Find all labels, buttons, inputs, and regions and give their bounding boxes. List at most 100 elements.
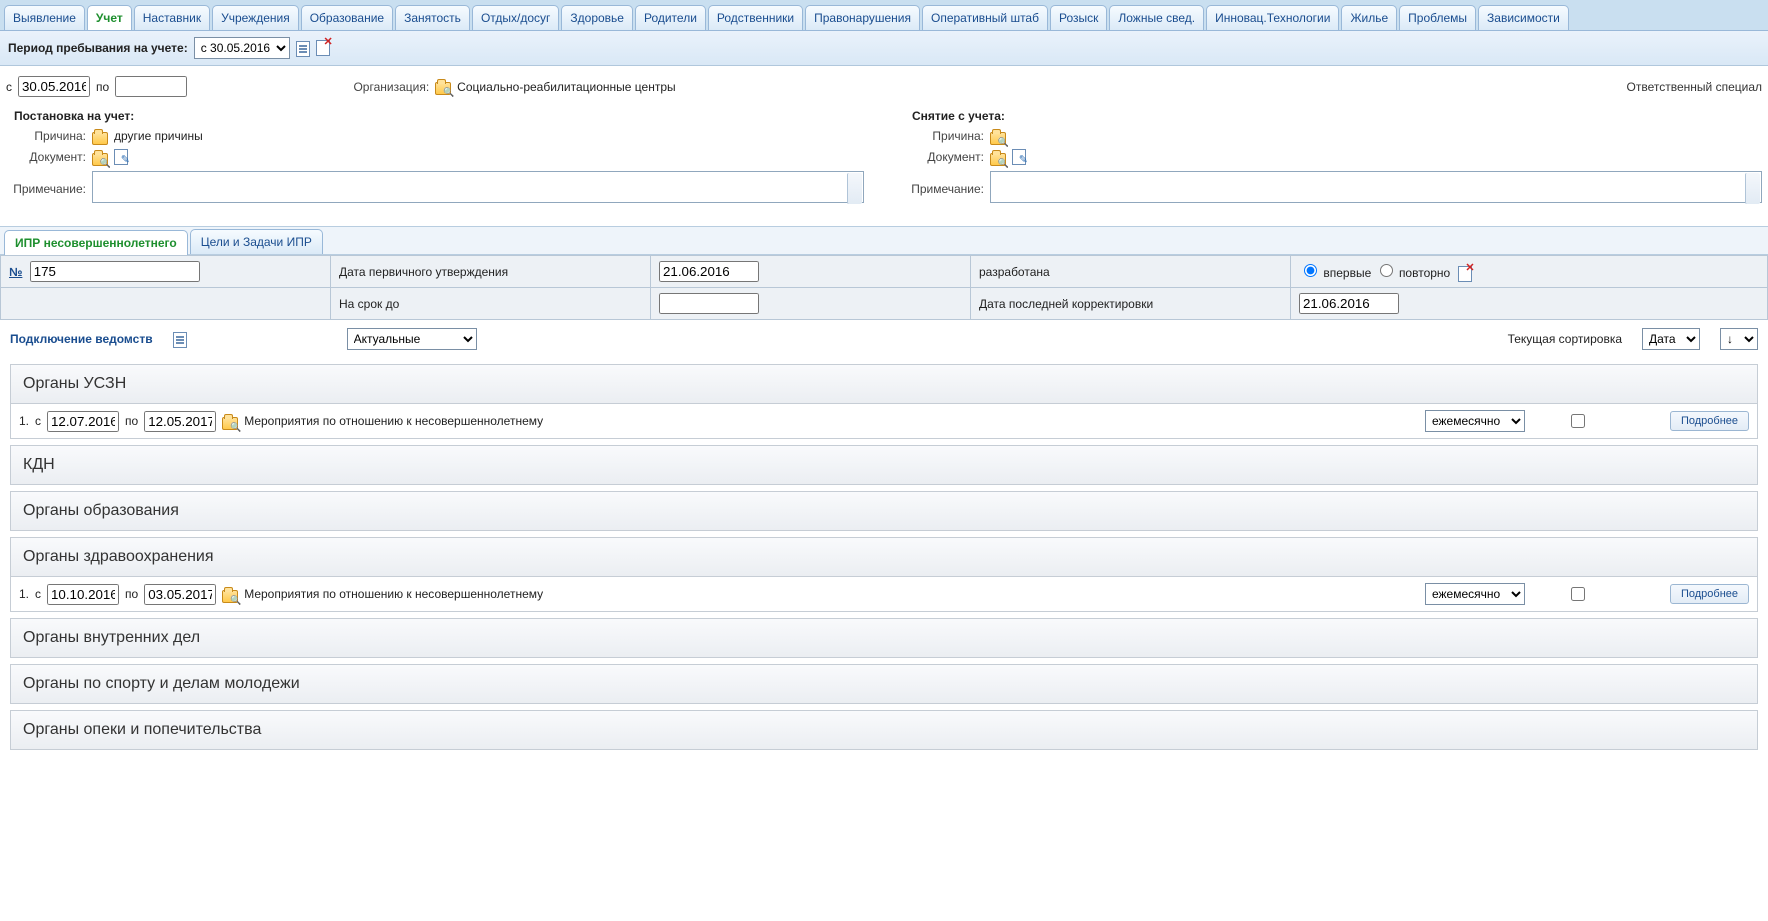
from-date-input[interactable]: [18, 76, 90, 97]
doc-edit-icon[interactable]: [114, 149, 128, 165]
opt-first-label[interactable]: впервые: [1299, 266, 1371, 280]
detail-button[interactable]: Подробнее: [1670, 584, 1749, 604]
agency-head[interactable]: Органы опеки и попечительства: [10, 710, 1758, 750]
tab-12[interactable]: Розыск: [1050, 5, 1107, 30]
tab-8[interactable]: Родители: [635, 5, 706, 30]
tab-16[interactable]: Проблемы: [1399, 5, 1476, 30]
folder-icon[interactable]: [92, 132, 108, 145]
subtab-0[interactable]: ИПР несовершеннолетнего: [4, 230, 188, 255]
row-freq-select[interactable]: ежемесячно: [1425, 410, 1525, 432]
row-checkbox[interactable]: [1571, 414, 1585, 428]
dev-label: разработана: [971, 256, 1291, 288]
agency-head[interactable]: Органы по спорту и делам молодежи: [10, 664, 1758, 704]
reason-value: другие причины: [114, 129, 203, 143]
delete-doc-icon[interactable]: [1458, 266, 1472, 282]
period-select[interactable]: с 30.05.2016: [194, 37, 290, 59]
row-from-l: с: [35, 587, 41, 601]
num-link[interactable]: №: [9, 265, 22, 279]
agency-head[interactable]: Органы внутренних дел: [10, 618, 1758, 658]
first-date-label: Дата первичного утверждения: [331, 256, 651, 288]
sort-label: Текущая сортировка: [1508, 332, 1622, 346]
tab-6[interactable]: Отдых/досуг: [472, 5, 559, 30]
term-label: На срок до: [331, 288, 651, 320]
doc-icon[interactable]: [173, 332, 187, 348]
sort-field-select[interactable]: Дата: [1642, 328, 1700, 350]
ved-filter-select[interactable]: Актуальные: [347, 328, 477, 350]
agency-head[interactable]: КДН: [10, 445, 1758, 485]
folder-lookup-icon[interactable]: [990, 153, 1006, 166]
form-area: с по Организация: Социально-реабилитацио…: [0, 66, 1768, 226]
folder-lookup-icon[interactable]: [222, 417, 238, 430]
note-label: Примечание:: [6, 182, 86, 196]
agency-row: 1.споМероприятия по отношению к несоверш…: [10, 577, 1758, 612]
doc-icon[interactable]: [296, 41, 310, 57]
sort-dir-select[interactable]: ↓: [1720, 328, 1758, 350]
tab-3[interactable]: Учреждения: [212, 5, 299, 30]
agency-head[interactable]: Органы здравоохранения: [10, 537, 1758, 577]
responsible-label: Ответственный специал: [1627, 80, 1762, 94]
reason-off-label: Причина:: [904, 129, 984, 143]
last-date-input[interactable]: [1299, 293, 1399, 314]
agency-block: КДН: [10, 445, 1758, 485]
detail-button[interactable]: Подробнее: [1670, 411, 1749, 431]
tab-2[interactable]: Наставник: [134, 5, 210, 30]
agency-block: Органы опеки и попечительства: [10, 710, 1758, 750]
tab-17[interactable]: Зависимости: [1478, 5, 1569, 30]
row-from-l: с: [35, 414, 41, 428]
tab-14[interactable]: Инновац.Технологии: [1206, 5, 1339, 30]
folder-lookup-icon[interactable]: [435, 82, 451, 95]
num-input[interactable]: [30, 261, 200, 282]
row-from-input[interactable]: [47, 411, 119, 432]
tab-1[interactable]: Учет: [87, 5, 132, 31]
doc-edit-icon[interactable]: [1012, 149, 1026, 165]
org-label: Организация:: [349, 80, 429, 94]
agency-head[interactable]: Органы образования: [10, 491, 1758, 531]
agency-head[interactable]: Органы УСЗН: [10, 364, 1758, 404]
register-off-title: Снятие с учета:: [912, 109, 1762, 123]
first-date-input[interactable]: [659, 261, 759, 282]
folder-lookup-icon[interactable]: [222, 590, 238, 603]
agency-block: Органы образования: [10, 491, 1758, 531]
to-label: по: [96, 80, 109, 94]
opt-repeat-label[interactable]: повторно: [1375, 266, 1451, 280]
tab-10[interactable]: Правонарушения: [805, 5, 920, 30]
note-off-textarea[interactable]: [990, 171, 1762, 203]
agency-block: Органы по спорту и делам молодежи: [10, 664, 1758, 704]
period-label: Период пребывания на учете:: [8, 41, 188, 55]
row-freq-select[interactable]: ежемесячно: [1425, 583, 1525, 605]
period-bar: Период пребывания на учете: с 30.05.2016: [0, 31, 1768, 66]
term-input[interactable]: [659, 293, 759, 314]
tab-5[interactable]: Занятость: [395, 5, 470, 30]
agency-block: Органы УСЗН1.споМероприятия по отношению…: [10, 364, 1758, 439]
row-to-input[interactable]: [144, 584, 216, 605]
opt-first-radio[interactable]: [1304, 264, 1317, 277]
reason-label: Причина:: [6, 129, 86, 143]
tab-13[interactable]: Ложные свед.: [1109, 5, 1204, 30]
row-to-l: по: [125, 587, 138, 601]
tab-11[interactable]: Оперативный штаб: [922, 5, 1048, 30]
main-tabs: ВыявлениеУчетНаставникУчрежденияОбразова…: [0, 0, 1768, 31]
folder-lookup-icon[interactable]: [92, 153, 108, 166]
to-date-input[interactable]: [115, 76, 187, 97]
ved-bar: Подключение ведомств Актуальные Текущая …: [0, 320, 1768, 358]
tab-4[interactable]: Образование: [301, 5, 393, 30]
row-from-input[interactable]: [47, 584, 119, 605]
note-off-label: Примечание:: [904, 182, 984, 196]
note-on-textarea[interactable]: [92, 171, 864, 203]
row-to-input[interactable]: [144, 411, 216, 432]
row-checkbox[interactable]: [1571, 587, 1585, 601]
row-num: 1.: [19, 587, 29, 601]
tab-9[interactable]: Родственники: [708, 5, 803, 30]
register-on-title: Постановка на учет:: [14, 109, 864, 123]
tab-0[interactable]: Выявление: [4, 5, 85, 30]
tab-15[interactable]: Жилье: [1341, 5, 1397, 30]
agency-block: Органы внутренних дел: [10, 618, 1758, 658]
folder-lookup-icon[interactable]: [990, 132, 1006, 145]
row-desc: Мероприятия по отношению к несовершеннол…: [244, 414, 543, 428]
tab-7[interactable]: Здоровье: [561, 5, 633, 30]
delete-doc-icon[interactable]: [316, 40, 330, 56]
doc-label: Документ:: [6, 150, 86, 164]
opt-repeat-radio[interactable]: [1380, 264, 1393, 277]
doc-off-label: Документ:: [904, 150, 984, 164]
subtab-1[interactable]: Цели и Задачи ИПР: [190, 229, 323, 254]
